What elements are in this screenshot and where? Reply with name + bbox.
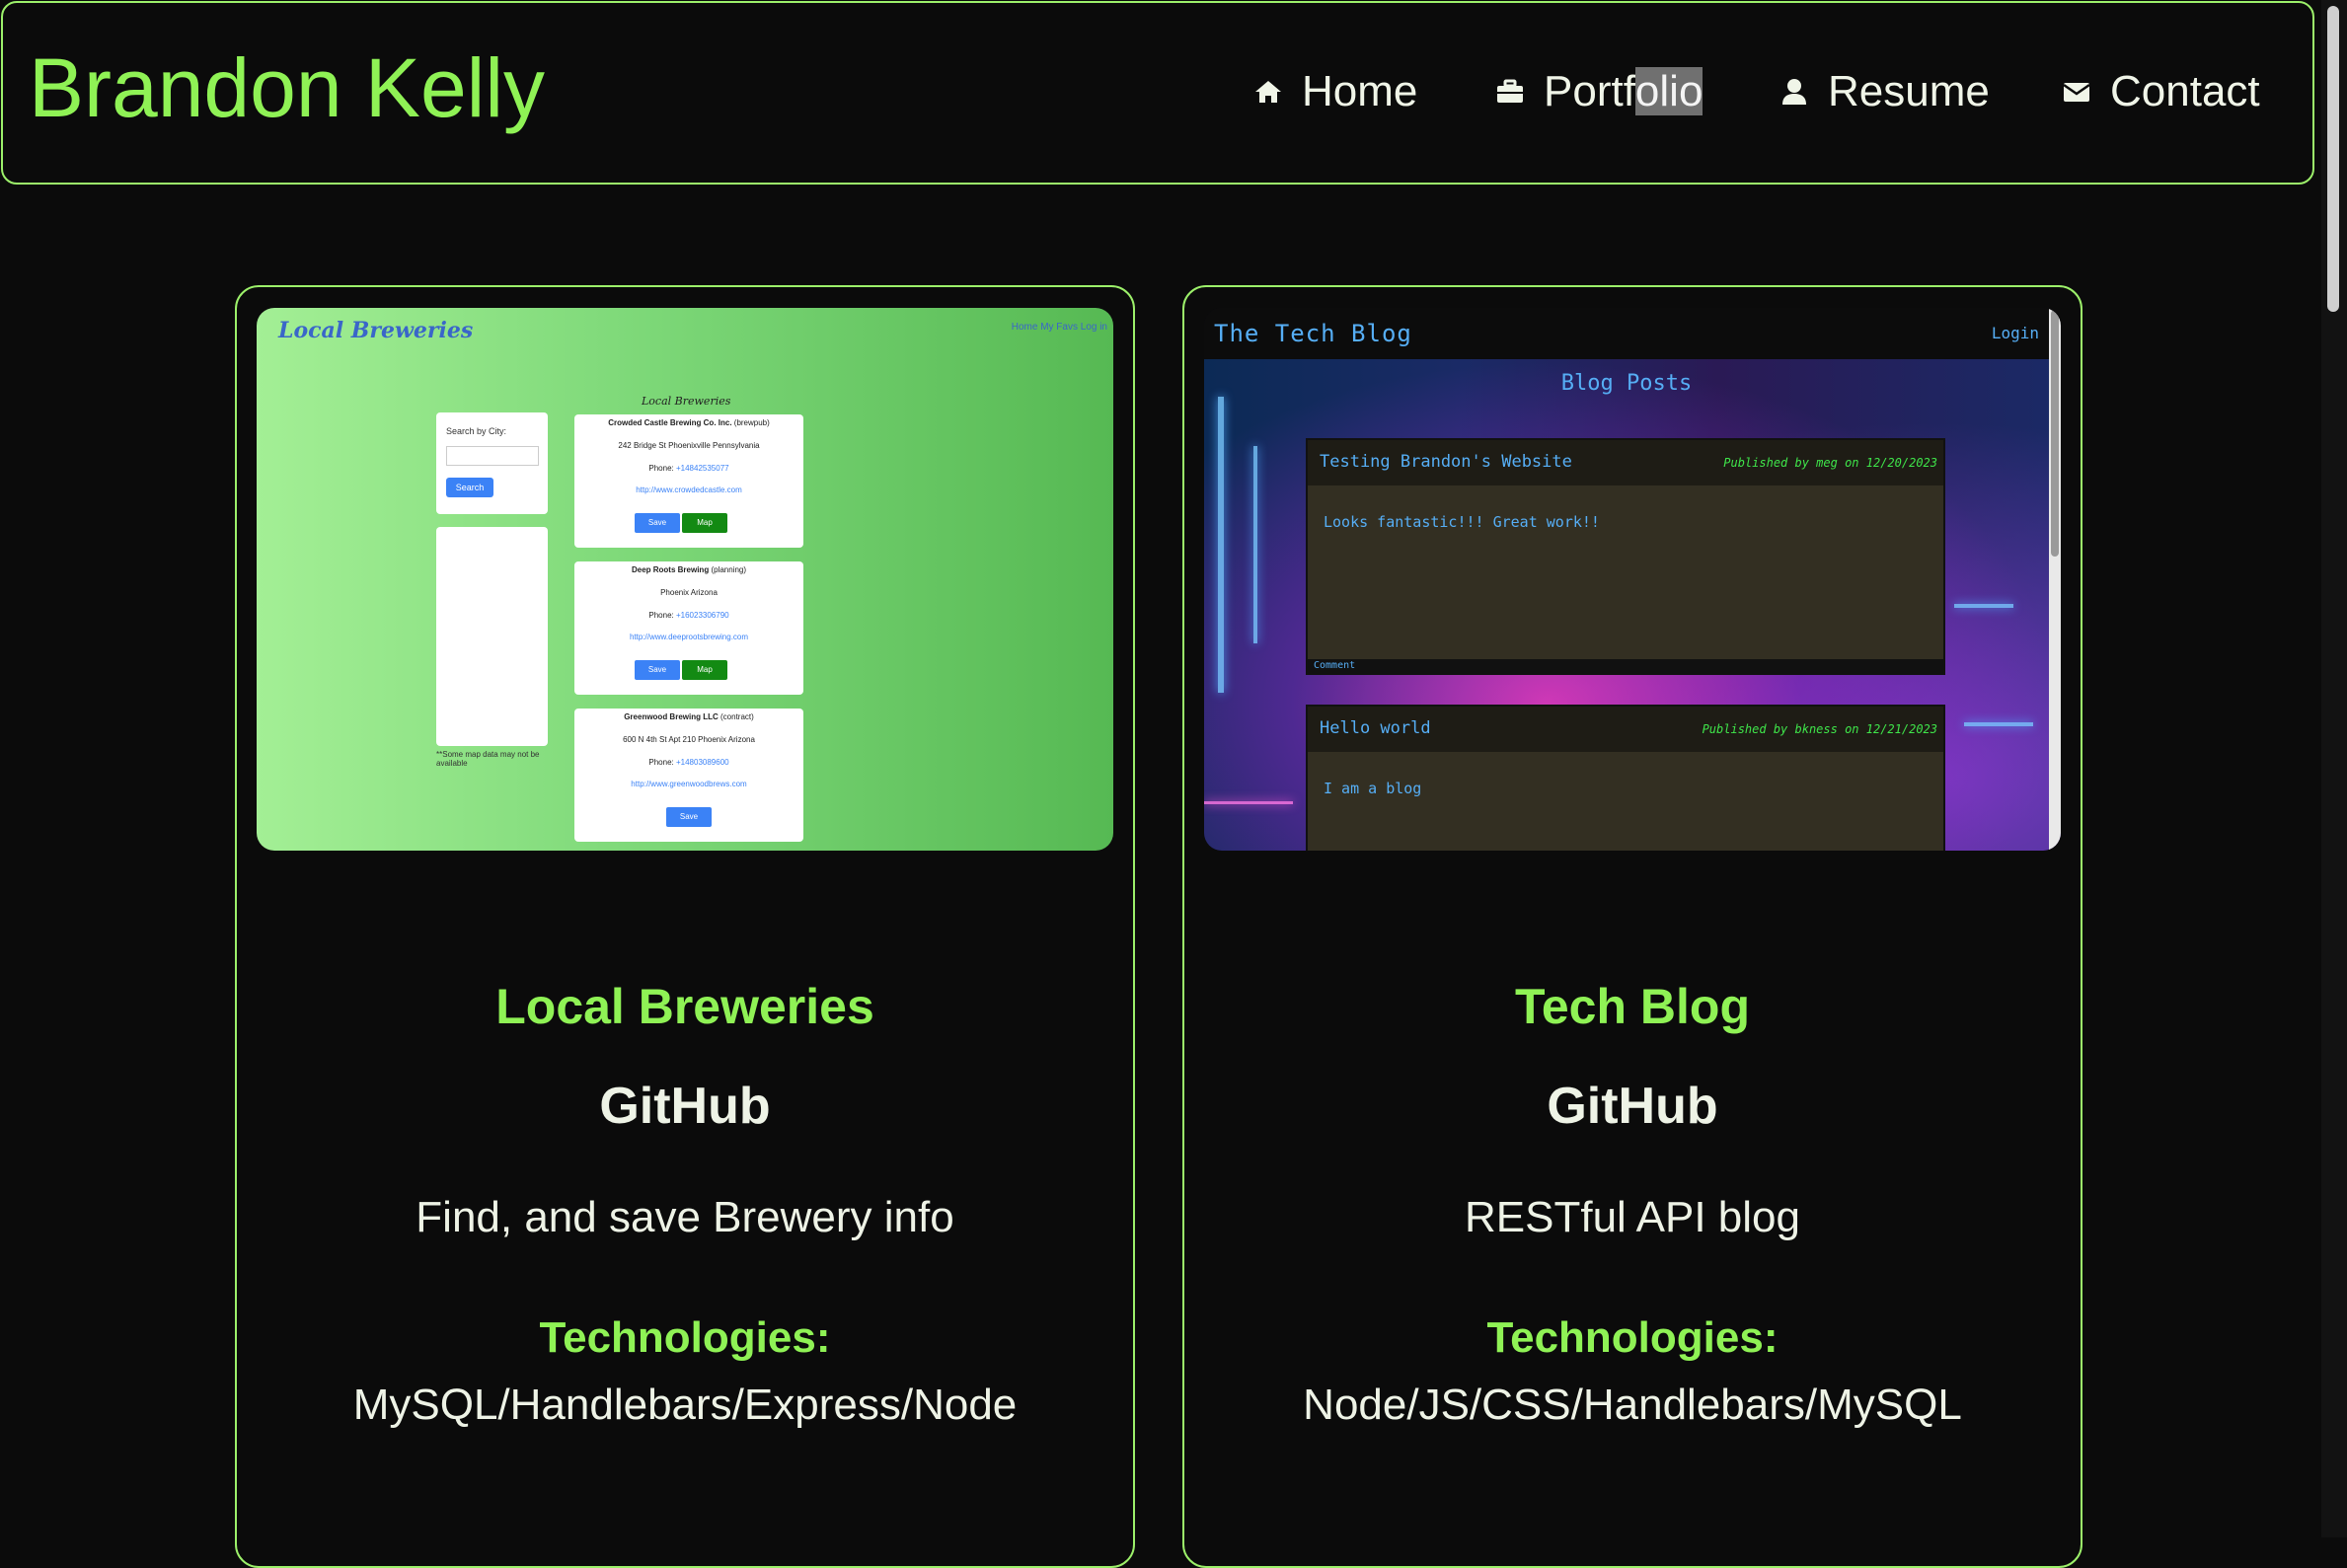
screenshot-top-links: Home My Favs Log in — [1011, 322, 1107, 333]
screenshot-search-label: Search by City: — [446, 426, 507, 436]
technologies-list: MySQL/Handlebars/Express/Node — [352, 1381, 1018, 1429]
screenshot-blog-post: Hello world Published by bkness on 12/21… — [1306, 705, 1945, 851]
neon-line — [1253, 446, 1257, 643]
nav-contact-label: Contact — [2110, 67, 2260, 115]
post-footer: Comment — [1308, 659, 1943, 673]
project-screenshot[interactable]: Local Breweries Home My Favs Log in Loca… — [257, 308, 1113, 851]
project-title: Local Breweries — [495, 979, 874, 1034]
brand-name[interactable]: Brandon Kelly — [29, 46, 545, 129]
nav-resume[interactable]: Resume — [1779, 70, 1990, 113]
project-card-tech-blog: The Tech Blog Login Blog Posts Testing B… — [1182, 285, 2082, 1568]
project-screenshot[interactable]: The Tech Blog Login Blog Posts Testing B… — [1204, 308, 2061, 851]
post-body: I am a blog — [1324, 780, 1422, 797]
neon-line — [1218, 397, 1224, 693]
screenshot-posts-heading: Blog Posts — [1560, 371, 1693, 396]
neon-line — [1964, 722, 2033, 726]
screenshot-brewery-entry: Deep Roots Brewing (planning) Phoenix Ar… — [574, 561, 803, 695]
screenshot-site-title: The Tech Blog — [1214, 320, 1412, 347]
screenshot-topbar: The Tech Blog Login — [1204, 308, 2061, 359]
nav-resume-label: Resume — [1828, 67, 1990, 115]
github-link[interactable]: GitHub — [1184, 1077, 2081, 1136]
post-title: Testing Brandon's Website — [1320, 452, 1572, 472]
screenshot-brewery-entry: Greenwood Brewing LLC (contract) 600 N 4… — [574, 709, 803, 842]
screenshot-search-panel: Search by City: Search — [436, 412, 548, 514]
screenshot-scrollbar — [2049, 308, 2061, 851]
screenshot-search-box — [446, 446, 539, 466]
nav-portfolio[interactable]: Portfolio — [1494, 67, 1703, 115]
technologies-heading: Technologies: — [539, 1313, 831, 1362]
technologies-list: Node/JS/CSS/Handlebars/MySQL — [1303, 1381, 1962, 1429]
user-icon — [1782, 79, 1806, 105]
screenshot-map-note: **Some map data may not be available — [436, 750, 540, 768]
screenshot-scroll-thumb — [2051, 310, 2059, 557]
selected-text: olio — [1634, 67, 1703, 115]
project-title: Tech Blog — [1515, 979, 1750, 1034]
site-header: Brandon Kelly Home Portfolio Resume Cont… — [1, 1, 2314, 185]
nav-contact[interactable]: Contact — [2061, 70, 2260, 113]
post-body: Looks fantastic!!! Great work!! — [1324, 513, 1600, 531]
neon-line — [1954, 604, 2013, 608]
screenshot-blog-post: Testing Brandon's Website Published by m… — [1306, 438, 1945, 675]
project-description: RESTful API blog — [1465, 1193, 1800, 1241]
nav-home[interactable]: Home — [1252, 70, 1417, 113]
technologies-heading: Technologies: — [1486, 1313, 1779, 1362]
page-scroll-thumb[interactable] — [2327, 6, 2339, 312]
post-title: Hello world — [1320, 718, 1431, 738]
github-link[interactable]: GitHub — [237, 1077, 1133, 1136]
home-icon — [1255, 81, 1281, 103]
briefcase-icon — [1497, 79, 1523, 103]
screenshot-heading: Local Breweries — [642, 395, 731, 408]
screenshot-logo: Local Breweries — [278, 318, 474, 343]
screenshot-search-button: Search — [446, 478, 493, 497]
post-meta: Published by bkness on 12/21/2023 — [1702, 722, 1937, 736]
post-meta: Published by meg on 12/20/2023 — [1723, 456, 1937, 470]
neon-line — [1204, 801, 1293, 804]
project-description: Find, and save Brewery info — [416, 1193, 954, 1241]
screenshot-map-panel — [436, 527, 548, 746]
envelope-icon — [2063, 83, 2090, 102]
project-card-local-breweries: Local Breweries Home My Favs Log in Loca… — [235, 285, 1135, 1568]
screenshot-brewery-entry: Crowded Castle Brewing Co. Inc. (brewpub… — [574, 414, 803, 548]
nav-home-label: Home — [1302, 67, 1418, 115]
page-scrollbar[interactable] — [2321, 0, 2347, 1537]
nav-portfolio-label: Portfolio — [1544, 67, 1703, 115]
screenshot-login-link: Login — [1991, 324, 2039, 342]
